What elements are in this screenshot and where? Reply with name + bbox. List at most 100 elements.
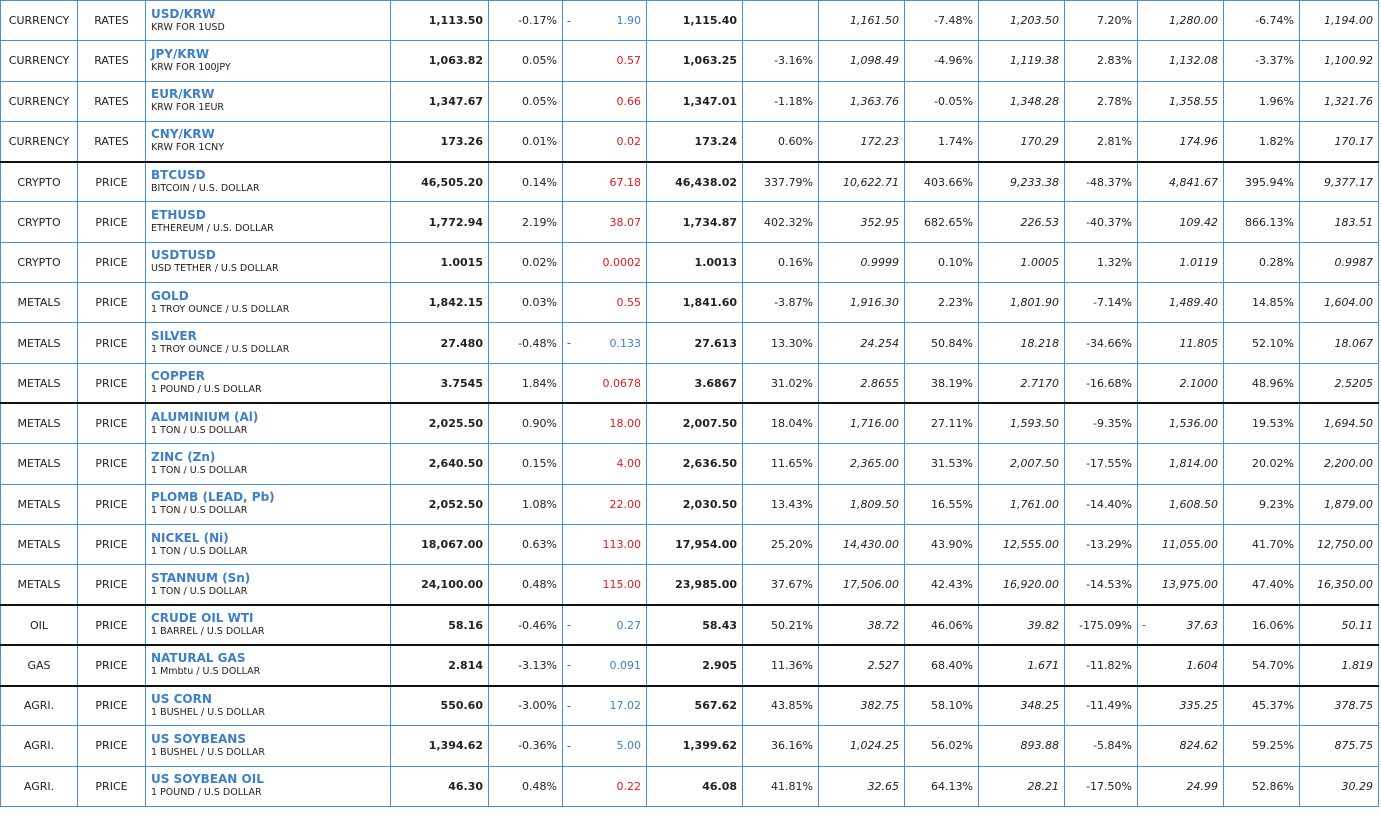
- instrument-unit: 1 Mmbtu / U.S DOLLAR: [151, 666, 261, 678]
- category-cell: CURRENCY: [0, 40, 78, 82]
- type-cell: RATES: [77, 80, 146, 122]
- instrument-cell: BTCUSD BITCOIN / U.S. DOLLAR: [145, 160, 391, 203]
- instrument-cell: NATURAL GAS 1 Mmbtu / U.S DOLLAR: [145, 644, 391, 687]
- instrument-name: NATURAL GAS: [151, 651, 246, 666]
- period3-value-cell: 2.1000: [1137, 362, 1224, 404]
- period4-value-cell: 18.067: [1299, 322, 1379, 364]
- prev-close-cell: 2,030.50: [646, 483, 743, 525]
- period1-pct-cell: -3.16%: [742, 40, 819, 82]
- category-cell: METALS: [0, 402, 78, 445]
- period1-pct-cell: 0.16%: [742, 241, 819, 284]
- type-cell: RATES: [77, 40, 146, 82]
- instrument-name: ALUMINIUM (Al): [151, 409, 259, 424]
- instrument-unit: 1 POUND / U.S DOLLAR: [151, 787, 262, 799]
- period2-value: 16,920.00: [1003, 578, 1059, 592]
- period3-pct-cell: -175.09%: [1064, 603, 1138, 646]
- change-pct-cell: -3.13%: [488, 644, 563, 687]
- period4-pct-cell: 54.70%: [1223, 644, 1300, 687]
- change-cell: - 1.90: [562, 0, 647, 42]
- period2-value-cell: 18.218: [978, 322, 1065, 364]
- price-cell: 27.480: [390, 322, 489, 364]
- change-cell: - 0.27: [562, 603, 647, 646]
- period2-value: 1,203.50: [1010, 14, 1059, 28]
- period3-value: 109.42: [1179, 215, 1219, 229]
- period1-pct-cell: 13.43%: [742, 483, 819, 525]
- table-row: METALS PRICE SILVER 1 TROY OUNCE / U.S D…: [0, 322, 1379, 364]
- instrument-unit: 1 BARREL / U.S DOLLAR: [151, 626, 265, 638]
- type-cell: PRICE: [77, 362, 146, 404]
- period1-pct-cell: 13.30%: [742, 322, 819, 364]
- period4-value-cell: 378.75: [1299, 684, 1379, 727]
- period3-value-cell: 1,608.50: [1137, 483, 1224, 525]
- prev-close-cell: 23,985.00: [646, 564, 743, 606]
- period3-value: 335.25: [1179, 699, 1219, 713]
- period1-pct-cell: -3.87%: [742, 282, 819, 324]
- period2-pct-cell: 64.13%: [904, 765, 979, 807]
- type-cell: PRICE: [77, 725, 146, 767]
- change-pct-cell: 0.02%: [488, 241, 563, 284]
- price-cell: 2,025.50: [390, 402, 489, 445]
- period1-pct-cell: -1.18%: [742, 80, 819, 122]
- price-cell: 1,394.62: [390, 725, 489, 767]
- period4-pct-cell: 59.25%: [1223, 725, 1300, 767]
- period3-value-cell: 24.99: [1137, 765, 1224, 807]
- change-cell: 0.02: [562, 120, 647, 163]
- prev-close-cell: 46.08: [646, 765, 743, 807]
- price-cell: 1.0015: [390, 241, 489, 284]
- change-cell: - 17.02: [562, 684, 647, 727]
- period2-value-cell: 28.21: [978, 765, 1065, 807]
- change-value: 0.22: [616, 779, 642, 793]
- instrument-cell: GOLD 1 TROY OUNCE / U.S DOLLAR: [145, 282, 391, 324]
- table-row: CRYPTO PRICE ETHUSD ETHEREUM / U.S. DOLL…: [0, 201, 1379, 243]
- type-cell: PRICE: [77, 765, 146, 807]
- change-value: 18.00: [609, 417, 642, 431]
- period2-value: 1,593.50: [1010, 417, 1059, 431]
- period3-value-cell: 1,280.00: [1137, 0, 1224, 42]
- period3-value: 11,055.00: [1162, 538, 1218, 551]
- table-row: METALS PRICE GOLD 1 TROY OUNCE / U.S DOL…: [0, 282, 1379, 324]
- period3-value: 37.63: [1186, 618, 1219, 632]
- category-cell: CRYPTO: [0, 160, 78, 203]
- period2-value-cell: 1,761.00: [978, 483, 1065, 525]
- price-cell: 46,505.20: [390, 160, 489, 203]
- prev-close-cell: 46,438.02: [646, 160, 743, 203]
- period4-pct-cell: 52.10%: [1223, 322, 1300, 364]
- change-pct-cell: -0.46%: [488, 603, 563, 646]
- period2-value: 18.218: [1020, 336, 1060, 350]
- period4-value-cell: 2.5205: [1299, 362, 1379, 404]
- period4-pct-cell: 47.40%: [1223, 564, 1300, 606]
- change-value: 113.00: [602, 538, 642, 551]
- period3-value: 1.604: [1186, 658, 1219, 672]
- period3-pct-cell: -48.37%: [1064, 160, 1138, 203]
- category-cell: GAS: [0, 644, 78, 687]
- change-pct-cell: 0.90%: [488, 402, 563, 445]
- period2-value: 893.88: [1020, 739, 1060, 753]
- type-cell: PRICE: [77, 282, 146, 324]
- prev-close-cell: 1,399.62: [646, 725, 743, 767]
- instrument-unit: 1 BUSHEL / U.S DOLLAR: [151, 746, 265, 758]
- change-value: 0.133: [609, 336, 642, 350]
- period2-value-cell: 2.7170: [978, 362, 1065, 404]
- period3-value-cell: 11,055.00: [1137, 523, 1224, 566]
- period3-pct-cell: 1.32%: [1064, 241, 1138, 284]
- table-row: METALS PRICE PLOMB (LEAD, Pb) 1 TON / U.…: [0, 483, 1379, 525]
- prev-close-cell: 58.43: [646, 603, 743, 646]
- period2-value-cell: 9,233.38: [978, 160, 1065, 203]
- instrument-cell: JPY/KRW KRW FOR 100JPY: [145, 40, 391, 82]
- period1-pct-cell: 402.32%: [742, 201, 819, 243]
- period4-value-cell: 0.9987: [1299, 241, 1379, 284]
- change-dash: -: [567, 699, 571, 713]
- period4-pct-cell: 1.82%: [1223, 120, 1300, 163]
- instrument-unit: 1 TROY OUNCE / U.S DOLLAR: [151, 303, 290, 315]
- period2-value: 1,348.28: [1010, 94, 1059, 108]
- period2-value-cell: 1,119.38: [978, 40, 1065, 82]
- table-row: METALS PRICE ALUMINIUM (Al) 1 TON / U.S …: [0, 402, 1379, 445]
- period1-value-cell: 38.72: [818, 603, 905, 646]
- period3-value: 1,608.50: [1169, 497, 1218, 511]
- period3-pct-cell: -34.66%: [1064, 322, 1138, 364]
- period2-pct-cell: -0.05%: [904, 80, 979, 122]
- table-row: METALS PRICE COPPER 1 POUND / U.S DOLLAR…: [0, 362, 1379, 404]
- period3-value-cell: 824.62: [1137, 725, 1224, 767]
- price-cell: 550.60: [390, 684, 489, 727]
- instrument-unit: 1 BUSHEL / U.S DOLLAR: [151, 706, 265, 718]
